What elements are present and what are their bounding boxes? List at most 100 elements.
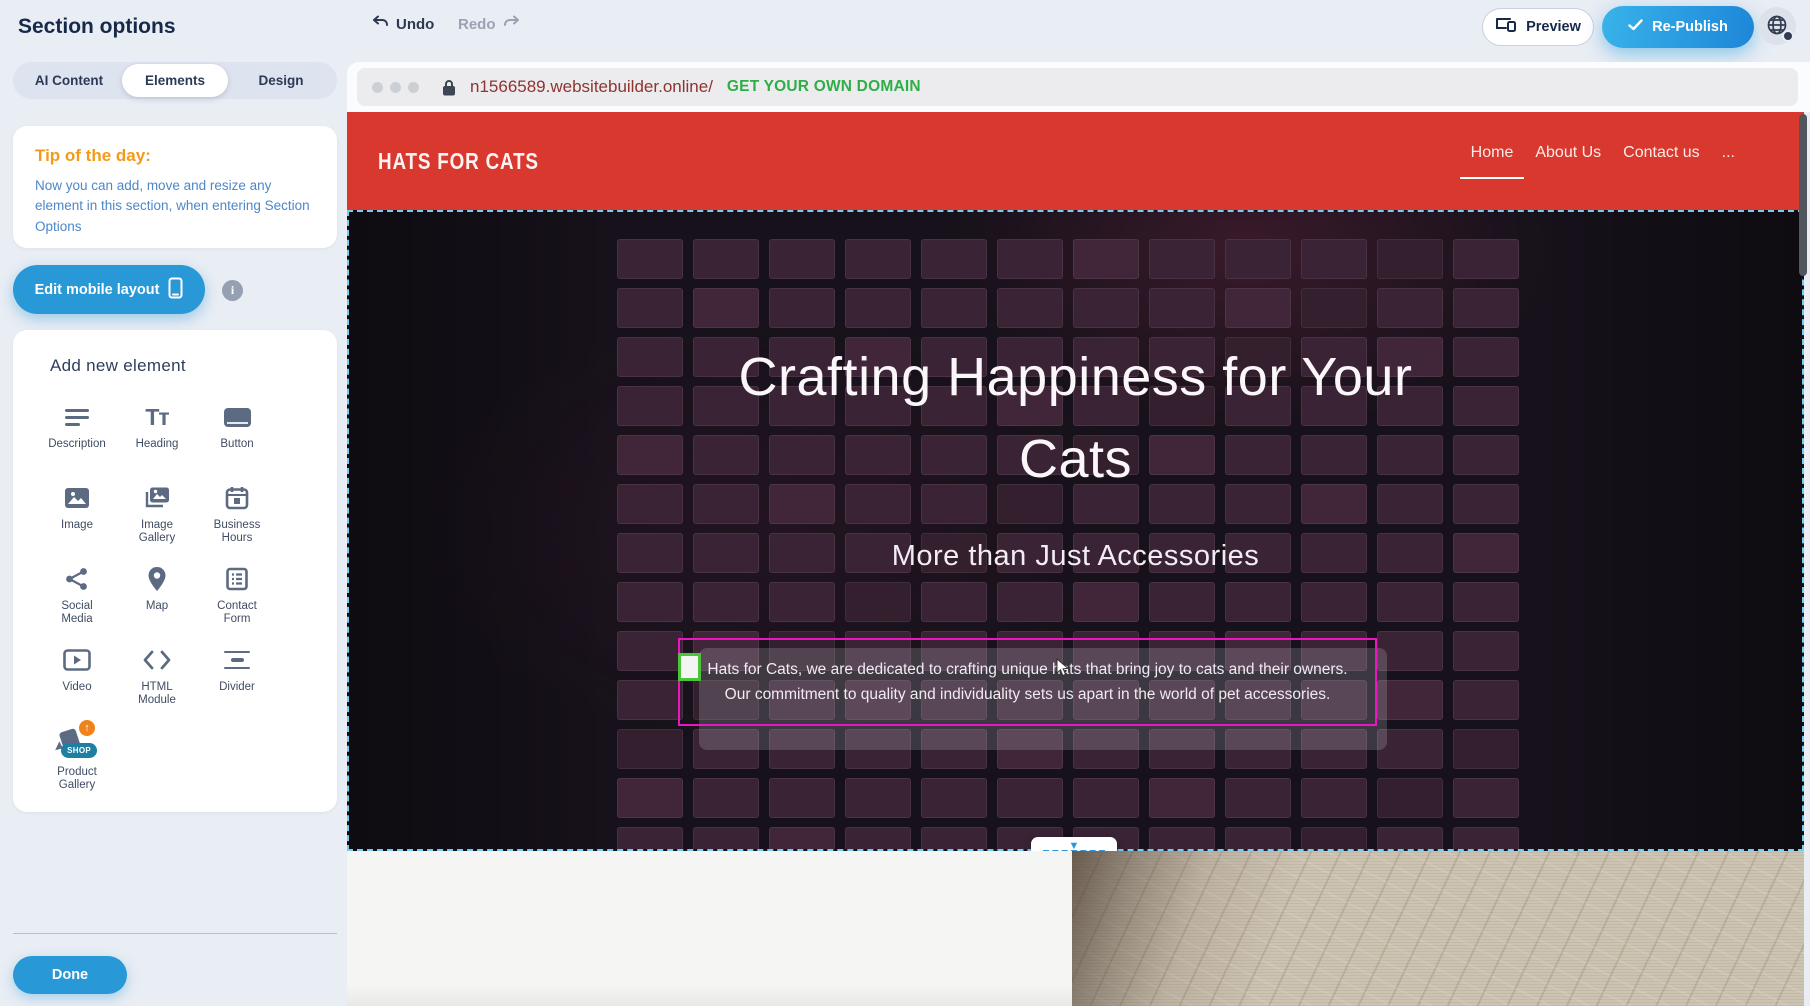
hero-tile [1453,729,1519,769]
element-social-media[interactable]: Social Media [37,562,117,643]
hero-tile [1225,288,1291,328]
site-url: n1566589.websitebuilder.online/ [470,77,713,97]
hero-tile [1453,778,1519,818]
image-icon [64,481,90,515]
arrow-down-icon: ▼ [1069,842,1080,850]
hero-tile [1377,778,1443,818]
info-icon[interactable]: i [222,280,243,301]
undo-button[interactable]: Undo [366,14,440,34]
hero-tile [1225,582,1291,622]
nav-more[interactable]: ... [1711,136,1746,177]
business-hours-icon [225,481,249,515]
element-product-gallery[interactable]: ↑ SHOP Product Gallery [37,724,117,805]
redo-button[interactable]: Redo [452,14,526,34]
hero-subheading[interactable]: More than Just Accessories [349,540,1802,573]
republish-button[interactable]: Re-Publish [1602,6,1754,48]
site-logo[interactable]: HATS FOR CATS [378,148,539,175]
element-video[interactable]: Video [37,643,117,724]
hero-tile [693,288,759,328]
preview-button[interactable]: Preview [1482,8,1594,46]
hero-tile [1453,680,1519,720]
redo-icon [503,15,520,33]
nav-contact-us[interactable]: Contact us [1612,136,1710,177]
hero-tile [1377,288,1443,328]
hero-tile [1301,288,1367,328]
hero-tile [997,239,1063,279]
video-icon [63,643,91,677]
element-image-gallery[interactable]: Image Gallery [117,481,197,562]
text-element-selection[interactable]: Hats for Cats, we are dedicated to craft… [678,638,1377,726]
hero-tile [617,484,683,524]
hero-tile [617,337,683,377]
nav-home[interactable]: Home [1460,136,1525,179]
preview-scrollbar[interactable] [1799,114,1807,276]
element-image[interactable]: Image [37,481,117,562]
element-html-module[interactable]: HTML Module [117,643,197,724]
done-button[interactable]: Done [13,956,127,994]
redo-label: Redo [458,16,496,33]
button-icon [224,400,251,434]
globe-badge [1782,30,1794,42]
hero-paragraph-line1: Hats for Cats, we are dedicated to craft… [680,657,1375,682]
shop-badge: SHOP [61,743,97,758]
edit-mobile-layout-button[interactable]: Edit mobile layout [13,265,205,314]
hero-tile [997,582,1063,622]
element-description[interactable]: Description [37,400,117,481]
hero-section-selected[interactable]: Crafting Happiness for Your Cats More th… [347,210,1804,851]
element-business-hours[interactable]: Business Hours [197,481,277,562]
element-divider[interactable]: Divider [197,643,277,724]
next-section-blank [347,851,1072,1006]
nav-about-us[interactable]: About Us [1524,136,1612,177]
hero-tile [617,239,683,279]
preview-label: Preview [1526,19,1581,35]
hero-tile [1453,827,1519,851]
hero-tile [1453,288,1519,328]
hero-tile [693,582,759,622]
hero-tile [1073,582,1139,622]
hero-tile [1149,239,1215,279]
hero-tile [1073,288,1139,328]
hero-tile [921,778,987,818]
hero-tile [1453,239,1519,279]
tab-elements[interactable]: Elements [122,64,228,97]
hero-tile [769,239,835,279]
next-section-pavement-image [1072,851,1804,1006]
hero-tile [1377,239,1443,279]
hero-tile [1225,778,1291,818]
element-contact-form[interactable]: Contact Form [197,562,277,643]
drag-handle[interactable] [678,653,701,681]
get-your-own-domain-link[interactable]: GET YOUR OWN DOMAIN [727,78,921,96]
republish-label: Re-Publish [1652,19,1728,35]
tip-of-the-day-card: Tip of the day: Now you can add, move an… [13,126,337,248]
hero-tile [617,631,683,671]
hero-tile [921,288,987,328]
image-gallery-icon [143,481,171,515]
product-gallery-icon: ↑ SHOP [56,724,98,762]
hero-tile [1149,288,1215,328]
site-nav: Home About Us Contact us ... [1460,136,1746,179]
address-bar[interactable]: n1566589.websitebuilder.online/ GET YOUR… [357,68,1798,106]
html-code-icon [143,643,171,677]
hero-tile [1453,337,1519,377]
element-button[interactable]: Button [197,400,277,481]
hero-tile [617,778,683,818]
hero-tile [617,827,683,851]
hero-tile [997,288,1063,328]
hero-tile [1301,827,1367,851]
tab-design[interactable]: Design [228,64,334,97]
divider-icon [224,643,250,677]
hero-tile [1453,386,1519,426]
element-heading[interactable]: Tт Heading [117,400,197,481]
add-element-title: Add new element [50,356,337,376]
hero-heading[interactable]: Crafting Happiness for Your Cats [736,336,1416,500]
window-dot [372,82,383,93]
element-map[interactable]: Map [117,562,197,643]
tab-ai-content[interactable]: AI Content [16,64,122,97]
tip-body: Now you can add, move and resize any ele… [35,176,315,237]
lock-icon [442,79,456,96]
hero-tile [617,386,683,426]
hero-tile [693,239,759,279]
language-globe-button[interactable] [1758,7,1796,45]
phone-icon [168,277,183,303]
sidebar-tabbar: AI Content Elements Design [13,62,337,99]
